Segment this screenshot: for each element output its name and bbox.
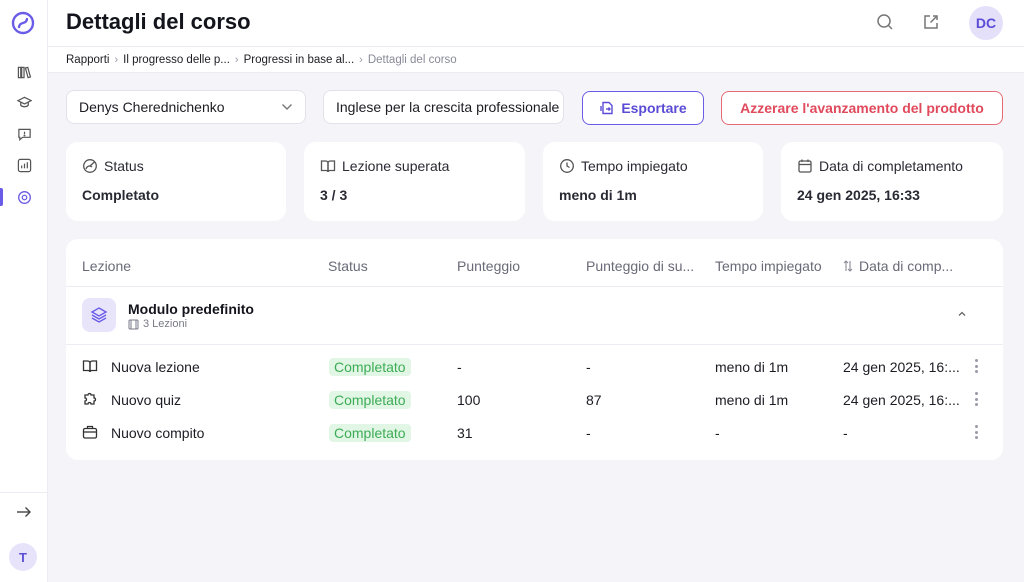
column-header-completion-date[interactable]: Data di comp... bbox=[843, 258, 953, 274]
row-menu-button[interactable] bbox=[972, 424, 980, 440]
layers-icon bbox=[90, 307, 108, 323]
user-avatar[interactable]: DC bbox=[969, 6, 1003, 40]
stat-value: Completato bbox=[82, 187, 159, 203]
course-select-value: Inglese per la crescita professionale bbox=[336, 99, 560, 115]
library-icon bbox=[17, 66, 31, 78]
graduation-cap-icon bbox=[16, 96, 32, 107]
stat-value: 3 / 3 bbox=[320, 187, 348, 203]
sidebar: T bbox=[0, 0, 48, 582]
chevron-right-icon: › bbox=[114, 53, 119, 66]
breadcrumb: Rapporti › Il progresso delle p... › Pro… bbox=[48, 47, 1024, 73]
book-open-icon bbox=[82, 360, 98, 373]
status-icon bbox=[83, 159, 97, 173]
module-title: Modulo predefinito bbox=[128, 301, 254, 317]
user-select[interactable]: Denys Cherednichenko bbox=[66, 90, 306, 124]
clock-icon bbox=[560, 159, 574, 173]
pass-score-cell: - bbox=[586, 359, 591, 375]
date-cell: - bbox=[843, 425, 848, 441]
breadcrumb-item[interactable]: Progressi in base al... bbox=[244, 54, 355, 66]
sidebar-item-library[interactable] bbox=[0, 59, 48, 85]
export-label: Esportare bbox=[621, 100, 687, 116]
chevron-up-icon[interactable] bbox=[955, 307, 969, 321]
open-external-button[interactable] bbox=[921, 12, 941, 32]
module-subtitle: 3 Lezioni bbox=[128, 318, 187, 330]
search-button[interactable] bbox=[875, 12, 895, 32]
stat-card-lessons-passed: Lezione superata 3 / 3 bbox=[304, 142, 525, 221]
time-cell: meno di 1m bbox=[715, 392, 789, 408]
pass-score-cell: 87 bbox=[586, 392, 602, 408]
lesson-name[interactable]: Nuovo quiz bbox=[111, 392, 181, 408]
user-avatar-small[interactable]: T bbox=[9, 543, 37, 571]
date-cell: 24 gen 2025, 16:... bbox=[843, 392, 960, 408]
puzzle-icon bbox=[84, 392, 97, 405]
calendar-icon bbox=[798, 159, 812, 173]
search-icon bbox=[877, 14, 893, 30]
external-link-icon bbox=[924, 15, 938, 29]
divider bbox=[66, 286, 1003, 287]
column-header-score[interactable]: Punteggio bbox=[457, 258, 520, 274]
column-header-label: Data di comp... bbox=[859, 258, 954, 274]
stat-label: Tempo impiegato bbox=[581, 158, 688, 174]
status-badge: Completato bbox=[329, 424, 411, 442]
column-header-lesson[interactable]: Lezione bbox=[82, 258, 131, 274]
breadcrumb-item[interactable]: Rapporti bbox=[66, 54, 109, 66]
chat-alert-icon bbox=[17, 128, 31, 141]
stat-label: Data di completamento bbox=[819, 158, 963, 174]
pass-score-cell: - bbox=[586, 425, 591, 441]
breadcrumb-current: Dettagli del corso bbox=[367, 53, 457, 66]
column-header-status[interactable]: Status bbox=[328, 258, 368, 274]
date-cell: 24 gen 2025, 16:... bbox=[843, 359, 960, 375]
status-badge: Completato bbox=[329, 391, 411, 409]
reset-progress-button[interactable]: Azzerare l'avanzamento del prodotto bbox=[721, 91, 1003, 125]
stat-value: meno di 1m bbox=[559, 187, 637, 203]
stat-card-completion-date: Data di completamento 24 gen 2025, 16:33 bbox=[781, 142, 1003, 221]
column-header-time-spent[interactable]: Tempo impiegato bbox=[715, 258, 822, 274]
chart-icon bbox=[17, 158, 31, 172]
module-lessons-count: 3 Lezioni bbox=[143, 318, 188, 330]
sort-icon bbox=[843, 260, 853, 272]
chevron-right-icon: › bbox=[359, 53, 363, 66]
divider bbox=[66, 344, 1003, 345]
export-icon bbox=[600, 101, 614, 115]
stat-card-time-spent: Tempo impiegato meno di 1m bbox=[543, 142, 763, 221]
film-icon bbox=[128, 319, 139, 329]
breadcrumb-item[interactable]: Il progresso delle p... bbox=[123, 54, 230, 66]
time-cell: - bbox=[715, 425, 720, 441]
lesson-name[interactable]: Nuova lezione bbox=[111, 359, 200, 375]
page-header: Dettagli del corso DC bbox=[48, 0, 1024, 47]
stat-card-status: Status Completato bbox=[66, 142, 286, 221]
row-menu-button[interactable] bbox=[972, 391, 980, 407]
score-cell: 100 bbox=[457, 392, 481, 408]
chevron-down-icon bbox=[282, 104, 292, 110]
course-select[interactable]: Inglese per la crescita professionale bbox=[323, 90, 564, 124]
sidebar-item-courses[interactable] bbox=[0, 89, 48, 115]
score-cell: 31 bbox=[457, 425, 473, 441]
app-logo-icon[interactable] bbox=[11, 11, 35, 35]
row-menu-button[interactable] bbox=[972, 358, 980, 374]
arrow-right-icon bbox=[17, 507, 31, 517]
page-title: Dettagli del corso bbox=[66, 9, 251, 34]
lesson-name[interactable]: Nuovo compito bbox=[111, 425, 204, 441]
sidebar-item-analytics[interactable] bbox=[0, 152, 48, 178]
stat-label: Status bbox=[104, 158, 144, 174]
column-header-pass-score[interactable]: Punteggio di su... bbox=[586, 258, 694, 274]
reports-icon bbox=[17, 190, 31, 204]
sidebar-item-reports[interactable] bbox=[0, 184, 48, 210]
module-icon bbox=[82, 298, 116, 332]
lessons-table: Lezione Status Punteggio Punteggio di su… bbox=[66, 239, 1003, 460]
user-select-value: Denys Cherednichenko bbox=[79, 99, 225, 115]
briefcase-icon bbox=[82, 425, 98, 439]
stat-value: 24 gen 2025, 16:33 bbox=[797, 187, 920, 203]
expand-sidebar-button[interactable] bbox=[12, 501, 36, 523]
time-cell: meno di 1m bbox=[715, 359, 789, 375]
sidebar-item-messages[interactable] bbox=[0, 121, 48, 147]
book-icon bbox=[320, 160, 336, 173]
stat-label: Lezione superata bbox=[342, 158, 450, 174]
sidebar-divider bbox=[0, 492, 48, 493]
chevron-right-icon: › bbox=[234, 53, 239, 66]
score-cell: - bbox=[457, 359, 462, 375]
export-button[interactable]: Esportare bbox=[582, 91, 704, 125]
status-badge: Completato bbox=[329, 358, 411, 376]
